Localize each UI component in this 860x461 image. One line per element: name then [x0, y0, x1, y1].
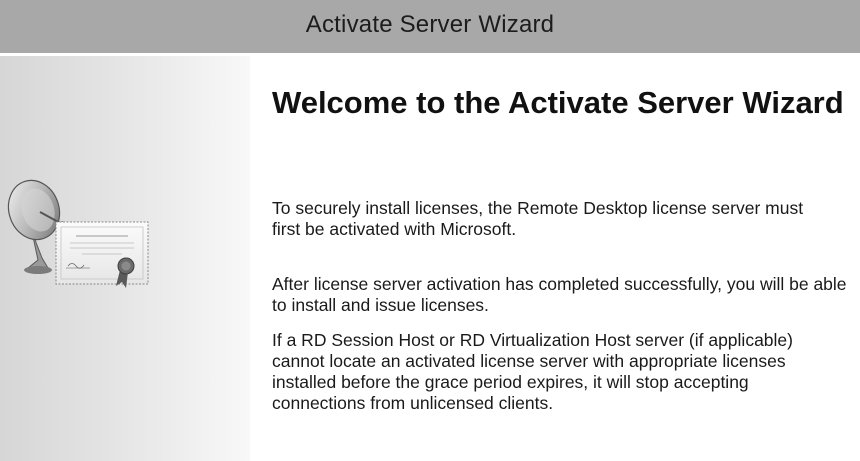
window-title: Activate Server Wizard — [305, 10, 555, 38]
wizard-sidebar — [0, 56, 250, 461]
wizard-window: Activate Server Wizard Welcome to the Ac… — [0, 0, 860, 461]
welcome-heading: Welcome to the Activate Server Wizard — [272, 85, 844, 120]
welcome-content: Welcome to the Activate Server Wizard To… — [272, 84, 856, 413]
grace-period-paragraph: If a RD Session Host or RD Virtualizatio… — [272, 330, 793, 413]
intro-paragraph: To securely install licenses, the Remote… — [272, 198, 804, 239]
satellite-dish-certificate-icon — [7, 179, 149, 288]
title-bar[interactable]: Activate Server Wizard — [0, 0, 860, 56]
activation-paragraph: After license server activation has comp… — [272, 274, 847, 315]
